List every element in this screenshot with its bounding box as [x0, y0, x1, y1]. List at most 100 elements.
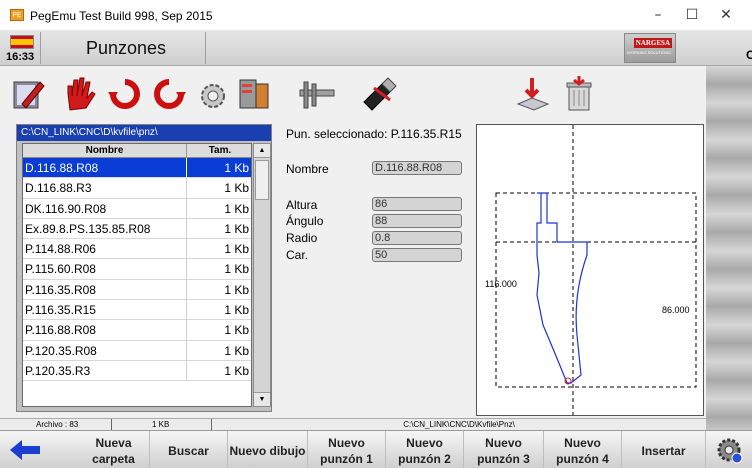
bounding-box [495, 192, 697, 388]
height-dimension: 116.000 [485, 279, 517, 289]
header-divider [40, 32, 41, 64]
status-bar: Archivo : 83 1 KB C:\CN_LINK\CNC\D\Kvfil… [0, 418, 706, 431]
file-size-cell: 1 Kb [224, 282, 249, 297]
tool-settings-icon[interactable] [194, 74, 232, 114]
file-name-cell: D.116.88.R3 [23, 178, 187, 199]
table-header: Nombre Tam. [23, 144, 251, 158]
insertar-button[interactable]: Insertar [622, 431, 706, 468]
right-sidebar [706, 66, 752, 436]
file-name-cell: P.116.35.R08 [23, 279, 187, 300]
language-flag-icon[interactable] [10, 35, 34, 49]
file-size-cell: 1 Kb [224, 323, 249, 338]
file-name-cell: P.115.60.R08 [23, 259, 187, 280]
settings-button[interactable] [706, 431, 752, 468]
app-header: 16:33 Punzones NARGESA WORKING SOLUTIONS… [0, 30, 752, 66]
table-row[interactable]: P.114.88.R06 1 Kb [23, 239, 251, 260]
file-size-cell: 1 Kb [224, 221, 249, 236]
table-row[interactable]: Ex.89.8.PS.135.85.R08 1 Kb [23, 218, 251, 240]
file-name-cell: Ex.89.8.PS.135.85.R08 [23, 218, 187, 239]
nuevo-punzon-3-button[interactable]: Nuevo punzón 3 [464, 431, 544, 468]
file-size-cell: 1 Kb [224, 181, 249, 196]
window-title: PegEmu Test Build 998, Sep 2015 [30, 9, 213, 23]
table-row[interactable]: P.116.88.R08 1 Kb [23, 320, 251, 341]
page-title: Punzones [86, 38, 167, 58]
file-name-cell: DK.116.90.R08 [23, 198, 187, 219]
buscar-button[interactable]: Buscar [150, 431, 228, 468]
car-field[interactable]: 50 [372, 248, 462, 262]
width-dimension: 86.000 [662, 305, 690, 315]
table-row[interactable]: D.116.88.R3 1 Kb [23, 178, 251, 199]
profile-svg: 116.000 86.000 [485, 125, 697, 415]
minimize-button[interactable]: – [648, 5, 668, 25]
table-body: D.116.88.R08 1 Kb D.116.88.R3 1 Kb DK.116.90… [23, 158, 251, 382]
caliper-icon[interactable] [298, 74, 336, 114]
nueva-carpeta-button[interactable]: Nueva carpeta [78, 431, 150, 468]
radio-label: Radio [286, 231, 318, 245]
app-icon: PE [10, 9, 24, 21]
file-name-cell: P.116.88.R08 [23, 320, 187, 341]
bottom-action-bar: Nueva carpeta Buscar Nuevo dibujo Nuevo pun… [0, 430, 752, 468]
column-header-name[interactable]: Nombre [23, 144, 187, 158]
table-row[interactable]: P.116.35.R08 1 Kb [23, 279, 251, 301]
file-table[interactable]: Nombre Tam. D.116.88.R08 1 Kb D.116.88.R3 1… [22, 143, 252, 407]
selected-punch-label: Pun. seleccionado: P.116.35.R15 [286, 127, 462, 141]
punch-details: Pun. seleccionado: P.116.35.R15 Nombre D… [286, 124, 472, 324]
file-name-cell: P.116.35.R15 [23, 300, 187, 321]
gear-icon [717, 438, 743, 464]
table-row[interactable]: P.116.35.R15 1 Kb [23, 300, 251, 321]
folder-path: C:\CN_LINK\CNC\D\kvfile\pnz\ [17, 125, 271, 141]
punch-profile-drawing: 116.000 86.000 [476, 124, 704, 416]
header-edge-letter: C [746, 48, 752, 62]
nombre-label: Nombre [286, 162, 329, 176]
column-header-size[interactable]: Tam. [187, 144, 251, 158]
brand-tagline: WORKING SOLUTIONS [627, 50, 671, 55]
nuevo-dibujo-button[interactable]: Nuevo dibujo [228, 431, 308, 468]
nuevo-punzon-1-button[interactable]: Nuevo punzón 1 [308, 431, 386, 468]
file-size-cell: 1 Kb [224, 343, 249, 358]
punch-tool-icon[interactable] [236, 74, 274, 114]
vertical-scrollbar[interactable]: ▲ ▼ [253, 143, 271, 407]
stop-hand-icon[interactable] [60, 74, 98, 114]
close-button[interactable]: ✕ [716, 5, 736, 25]
table-row[interactable]: P.115.60.R08 1 Kb [23, 259, 251, 280]
import-icon[interactable] [514, 74, 552, 114]
back-arrow-button[interactable] [0, 431, 50, 468]
maximize-button[interactable]: ☐ [682, 5, 702, 25]
window-titlebar: PE PegEmu Test Build 998, Sep 2015 – ☐ ✕ [0, 0, 752, 30]
angulo-field[interactable]: 88 [372, 214, 462, 228]
nombre-field[interactable]: D.116.88.R08 [372, 161, 462, 175]
refresh-ccw-icon[interactable] [150, 74, 188, 114]
altura-label: Altura [286, 198, 318, 212]
file-size-cell: 1 Kb [224, 303, 249, 318]
radio-field[interactable]: 0.8 [372, 231, 462, 245]
file-name-cell: P.114.88.R06 [23, 239, 187, 260]
usb-drive-icon[interactable] [360, 74, 398, 114]
table-row[interactable]: D.116.88.R08 1 Kb [23, 158, 251, 179]
table-row[interactable]: P.120.35.R08 1 Kb [23, 340, 251, 361]
brand-name: NARGESA [633, 38, 672, 48]
nuevo-punzon-2-button[interactable]: Nuevo punzón 2 [386, 431, 464, 468]
edit-icon[interactable] [10, 74, 48, 114]
brand-logo: NARGESA WORKING SOLUTIONS [624, 33, 676, 63]
altura-field[interactable]: 86 [372, 197, 462, 211]
back-arrow-icon [10, 440, 40, 460]
clock: 16:33 [6, 51, 35, 63]
table-row[interactable]: DK.116.90.R08 1 Kb [23, 198, 251, 219]
table-row[interactable]: P.120.35.R3 1 Kb [23, 360, 251, 382]
angulo-label: Ángulo [286, 214, 324, 228]
toolbar [0, 66, 706, 122]
scroll-up-button[interactable]: ▲ [254, 144, 270, 158]
refresh-cw-icon[interactable] [106, 74, 144, 114]
file-size-cell: 1 Kb [224, 201, 249, 216]
car-label: Car. [286, 248, 309, 262]
scroll-thumb[interactable] [255, 160, 269, 200]
header-divider [205, 32, 206, 64]
nuevo-punzon-4-button[interactable]: Nuevo punzón 4 [544, 431, 622, 468]
file-size-cell: 1 Kb [224, 262, 249, 277]
trash-icon[interactable] [560, 74, 598, 114]
file-name-cell: P.120.35.R08 [23, 340, 187, 361]
file-browser-panel: C:\CN_LINK\CNC\D\kvfile\pnz\ Nombre Tam.… [16, 124, 272, 412]
scroll-down-button[interactable]: ▼ [254, 392, 270, 406]
file-name-cell: P.120.35.R3 [23, 360, 187, 381]
file-size-cell: 1 Kb [224, 242, 249, 257]
